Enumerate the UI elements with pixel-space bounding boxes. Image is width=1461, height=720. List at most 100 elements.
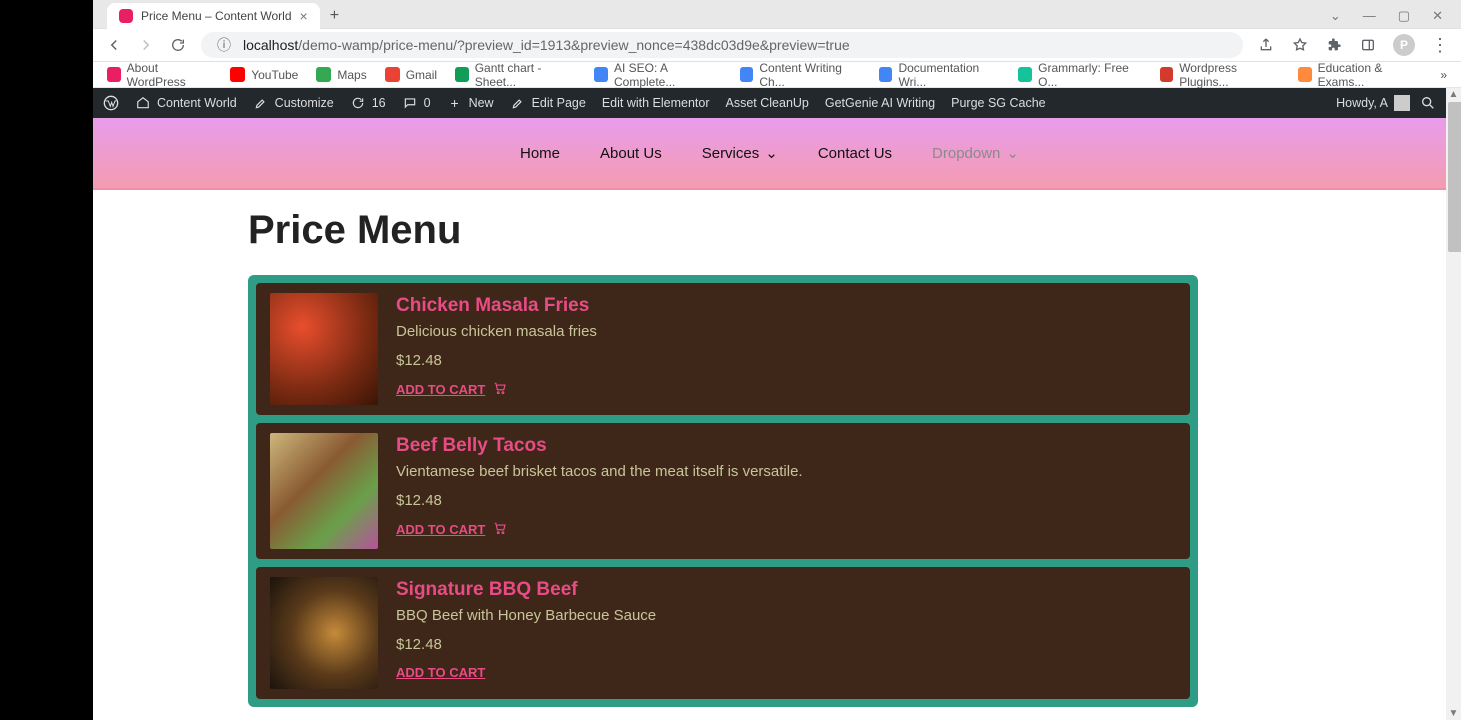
back-button[interactable] (105, 36, 123, 54)
bookmark-item[interactable]: Grammarly: Free O... (1018, 61, 1141, 89)
side-panel-icon[interactable] (1359, 36, 1377, 54)
wp-updates-count: 16 (372, 96, 386, 110)
wp-comments-link[interactable]: 0 (402, 95, 431, 111)
bookmark-label: Content Writing Ch... (759, 61, 860, 89)
new-tab-button[interactable]: + (330, 7, 339, 25)
bookmark-item[interactable]: About WordPress (107, 61, 212, 89)
address-bar[interactable]: ⓘ localhost/demo-wamp/price-menu/?previe… (201, 32, 1243, 58)
nav-services-label: Services (702, 145, 760, 162)
wp-search-button[interactable] (1420, 95, 1436, 111)
forward-button[interactable] (137, 36, 155, 54)
site-info-icon[interactable]: ⓘ (215, 36, 233, 54)
scroll-down-arrow-icon[interactable]: ▼ (1446, 708, 1461, 719)
nav-home[interactable]: Home (520, 145, 560, 162)
bookmark-label: Wordpress Plugins... (1179, 61, 1280, 89)
bookmark-label: Gantt chart - Sheet... (475, 61, 577, 89)
bookmark-favicon (107, 67, 121, 82)
nav-dropdown[interactable]: Dropdown ⌄ (932, 144, 1019, 162)
bookmark-item[interactable]: Content Writing Ch... (740, 61, 861, 89)
wp-asset-cleanup-link[interactable]: Asset CleanUp (726, 96, 809, 110)
add-to-cart-label: ADD TO CART (396, 522, 485, 537)
wp-edit-page-label: Edit Page (532, 96, 586, 110)
page-title: Price Menu (248, 208, 1446, 253)
page-scrollbar[interactable]: ▲ ▼ (1446, 88, 1461, 720)
cart-icon (493, 381, 507, 398)
bookmark-favicon (740, 67, 754, 82)
wp-new-label: New (469, 96, 494, 110)
wp-site-link[interactable]: Content World (135, 95, 237, 111)
bookmark-label: YouTube (251, 68, 298, 82)
wp-edit-page-link[interactable]: Edit Page (510, 95, 586, 111)
share-icon[interactable] (1257, 36, 1275, 54)
nav-contact[interactable]: Contact Us (818, 145, 892, 162)
bookmark-favicon (594, 67, 608, 82)
bookmark-label: AI SEO: A Complete... (614, 61, 722, 89)
add-to-cart-label: ADD TO CART (396, 382, 485, 397)
reload-button[interactable] (169, 36, 187, 54)
menu-item-description: BBQ Beef with Honey Barbecue Sauce (396, 607, 656, 624)
cart-icon (493, 521, 507, 538)
profile-avatar[interactable]: P (1393, 34, 1415, 56)
window-maximize-button[interactable]: ▢ (1398, 8, 1410, 24)
bookmark-item[interactable]: Wordpress Plugins... (1160, 61, 1280, 89)
bookmark-label: About WordPress (127, 61, 213, 89)
window-minimize-button[interactable]: — (1363, 8, 1376, 24)
browser-tab[interactable]: Price Menu – Content World × (107, 3, 320, 29)
bookmark-favicon (879, 67, 893, 82)
menu-item-title: Chicken Masala Fries (396, 295, 597, 317)
bookmark-label: Education & Exams... (1318, 61, 1423, 89)
wp-customize-label: Customize (275, 96, 334, 110)
menu-item-card: Chicken Masala FriesDelicious chicken ma… (256, 283, 1190, 415)
url-host: localhost (243, 37, 298, 53)
chevron-down-icon[interactable]: ⌄ (1330, 8, 1341, 24)
add-to-cart-label: ADD TO CART (396, 665, 485, 680)
nav-services[interactable]: Services ⌄ (702, 144, 778, 162)
bookmark-favicon (316, 67, 331, 82)
wp-elementor-link[interactable]: Edit with Elementor (602, 96, 710, 110)
tab-close-button[interactable]: × (300, 8, 308, 24)
tab-strip: Price Menu – Content World × + ⌄ — ▢ ✕ (93, 0, 1461, 28)
wp-customize-link[interactable]: Customize (253, 95, 334, 111)
menu-item-image (270, 293, 378, 405)
menu-item-title: Beef Belly Tacos (396, 435, 803, 457)
bookmark-item[interactable]: YouTube (230, 67, 298, 82)
address-row: ⓘ localhost/demo-wamp/price-menu/?previe… (93, 28, 1461, 62)
wp-new-link[interactable]: + New (447, 95, 494, 111)
menu-item-price: $12.48 (396, 492, 803, 509)
wp-updates-link[interactable]: 16 (350, 95, 386, 111)
window-close-button[interactable]: ✕ (1432, 8, 1443, 24)
scrollbar-thumb[interactable] (1448, 102, 1461, 252)
wp-howdy-label: Howdy, A (1336, 96, 1388, 110)
bookmark-item[interactable]: Gantt chart - Sheet... (455, 61, 576, 89)
bookmarks-overflow-button[interactable]: » (1440, 68, 1447, 82)
wp-howdy-link[interactable]: Howdy, A (1336, 95, 1410, 111)
menu-item-price: $12.48 (396, 636, 656, 653)
bookmark-item[interactable]: Gmail (385, 67, 437, 82)
add-to-cart-link[interactable]: ADD TO CART (396, 381, 597, 398)
scroll-up-arrow-icon[interactable]: ▲ (1446, 89, 1461, 100)
wp-site-name: Content World (157, 96, 237, 110)
add-to-cart-link[interactable]: ADD TO CART (396, 665, 656, 680)
browser-menu-button[interactable]: ⋮ (1431, 35, 1449, 56)
bookmarks-bar: About WordPress YouTube Maps Gmail Gantt cha… (93, 62, 1461, 88)
bookmark-favicon (1298, 67, 1312, 82)
wp-logo-button[interactable] (103, 95, 119, 111)
wp-purge-cache-link[interactable]: Purge SG Cache (951, 96, 1046, 110)
menu-item-card: Beef Belly TacosVientamese beef brisket … (256, 423, 1190, 559)
menu-item-image (270, 577, 378, 689)
bookmark-star-icon[interactable] (1291, 36, 1309, 54)
bookmark-item[interactable]: Documentation Wri... (879, 61, 1001, 89)
bookmark-label: Grammarly: Free O... (1038, 61, 1141, 89)
site-primary-nav: Home About Us Services ⌄ Contact Us Drop… (93, 118, 1446, 190)
add-to-cart-link[interactable]: ADD TO CART (396, 521, 803, 538)
bookmark-item[interactable]: Education & Exams... (1298, 61, 1422, 89)
bookmark-favicon (1018, 67, 1032, 82)
bookmark-item[interactable]: Maps (316, 67, 366, 82)
price-menu-list: Chicken Masala FriesDelicious chicken ma… (248, 275, 1198, 707)
wp-getgenie-link[interactable]: GetGenie AI Writing (825, 96, 935, 110)
nav-about[interactable]: About Us (600, 145, 662, 162)
extensions-icon[interactable] (1325, 36, 1343, 54)
bookmark-item[interactable]: AI SEO: A Complete... (594, 61, 721, 89)
chevron-down-icon: ⌄ (765, 144, 778, 162)
bookmark-favicon (1160, 67, 1174, 82)
